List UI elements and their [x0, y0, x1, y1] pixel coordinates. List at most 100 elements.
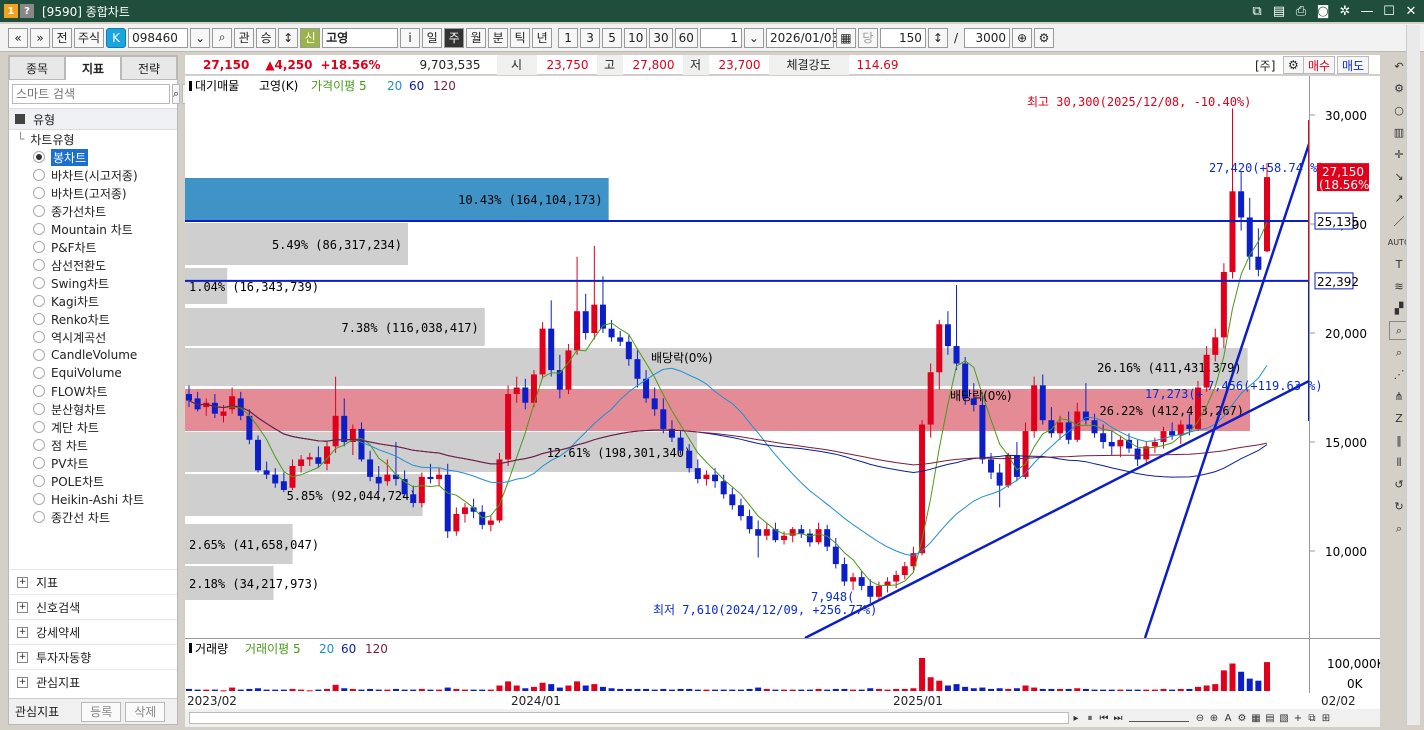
step-forward-icon[interactable]: ⏭: [1111, 711, 1125, 725]
chart-type-item[interactable]: POLE차트: [9, 472, 177, 490]
interval-5[interactable]: 5: [602, 27, 623, 48]
step-back-icon[interactable]: ⏮: [1097, 711, 1111, 725]
pause-icon[interactable]: ⏸: [1083, 711, 1097, 725]
history-dropdown[interactable]: »: [30, 27, 50, 48]
section-type[interactable]: 유형: [9, 108, 177, 130]
group-favorite-indicators[interactable]: + 관심지표: [9, 669, 177, 694]
chart-type-item[interactable]: EquiVolume: [9, 364, 177, 382]
chart-type-item[interactable]: 봉차트: [9, 148, 177, 166]
export-icon[interactable]: ⊞: [1319, 711, 1333, 725]
chart-type-item[interactable]: Mountain 차트: [9, 220, 177, 238]
stock-code-input[interactable]: 098460: [128, 27, 189, 48]
info-button[interactable]: i: [400, 27, 421, 48]
scroll-track[interactable]: [189, 712, 1069, 724]
total-count-input[interactable]: 3000: [963, 27, 1010, 48]
tab-stocks[interactable]: 종목: [9, 56, 65, 80]
display-count-input[interactable]: 150: [879, 27, 926, 48]
group-investor-trend[interactable]: + 투자자동향: [9, 644, 177, 669]
screen-number-icon[interactable]: 1: [4, 4, 18, 18]
zoom-slider[interactable]: [1129, 714, 1189, 722]
zoom-out-icon[interactable]: ⊖: [1193, 711, 1207, 725]
tab-indicators[interactable]: 지표: [65, 56, 121, 80]
market-k-badge[interactable]: K: [106, 27, 127, 48]
period-year[interactable]: 년: [532, 27, 553, 48]
chart-type-item[interactable]: CandleVolume: [9, 346, 177, 364]
add-icon[interactable]: +: [1291, 711, 1305, 725]
chart-icon[interactable]: ▧: [1277, 711, 1291, 725]
print-icon[interactable]: ⎙: [1292, 2, 1310, 20]
grid-icon[interactable]: ▦: [1249, 711, 1263, 725]
chart-type-item[interactable]: 분산형차트: [9, 400, 177, 418]
minimize-icon[interactable]: —: [1358, 2, 1376, 20]
chart-type-item[interactable]: FLOW차트: [9, 382, 177, 400]
chart-type-item[interactable]: 점 차트: [9, 436, 177, 454]
period-tick[interactable]: 틱: [510, 27, 531, 48]
delete-button[interactable]: 삭제: [125, 701, 166, 722]
interval-3[interactable]: 3: [580, 27, 601, 48]
market-all-button[interactable]: 전: [52, 27, 72, 48]
tab-strategy[interactable]: 전략: [121, 56, 177, 80]
chart-type-item[interactable]: 바차트(시고저종): [9, 166, 177, 184]
chart-type-item[interactable]: 바차트(고저종): [9, 184, 177, 202]
period-minute[interactable]: 분: [488, 27, 509, 48]
zoom-icon[interactable]: ⊕: [1011, 27, 1032, 48]
chart-type-item[interactable]: P&F차트: [9, 238, 177, 256]
chart-type-item[interactable]: 종가선차트: [9, 202, 177, 220]
scroll-right-icon[interactable]: ▸: [1069, 711, 1083, 725]
chart-type-item[interactable]: Swing차트: [9, 274, 177, 292]
market-type-select[interactable]: 주식: [74, 27, 105, 48]
camera-icon[interactable]: ◙: [1314, 2, 1332, 20]
register-button[interactable]: 등록: [81, 701, 122, 722]
interval-input[interactable]: 1: [699, 27, 742, 48]
chart-type-item[interactable]: PV차트: [9, 454, 177, 472]
close-icon[interactable]: ✕: [1402, 2, 1420, 20]
group-signal-search[interactable]: + 신호검색: [9, 594, 177, 619]
interval-10[interactable]: 10: [624, 27, 648, 48]
settings-icon[interactable]: ⚙: [1235, 711, 1249, 725]
smart-search-input[interactable]: [12, 84, 170, 104]
interval-dropdown-icon[interactable]: ⌄: [743, 27, 764, 48]
table-icon[interactable]: ▤: [1263, 711, 1277, 725]
help-icon[interactable]: ?: [20, 4, 34, 18]
period-day[interactable]: 일: [422, 27, 443, 48]
date-input[interactable]: 2026/01/03: [765, 27, 839, 48]
interval-30[interactable]: 30: [649, 27, 673, 48]
chart-type-item[interactable]: 계단 차트: [9, 418, 177, 436]
chart-type-item[interactable]: 종간선 차트: [9, 508, 177, 526]
chart-type-item[interactable]: 삼선전환도: [9, 256, 177, 274]
chart-type-header[interactable]: └ 차트유형: [9, 130, 177, 148]
interval-1[interactable]: 1: [558, 27, 579, 48]
chart-type-item[interactable]: Renko차트: [9, 310, 177, 328]
text-icon[interactable]: A: [1221, 711, 1235, 725]
buy-button[interactable]: 매수: [1303, 56, 1336, 74]
vertical-scrollbar[interactable]: [1406, 25, 1420, 725]
prev-button[interactable]: «: [8, 27, 28, 48]
period-week[interactable]: 주: [444, 27, 465, 48]
chart-type-item[interactable]: Kagi차트: [9, 292, 177, 310]
interval-60[interactable]: 60: [674, 27, 698, 48]
period-month[interactable]: 월: [466, 27, 487, 48]
settings-icon[interactable]: ✲: [1336, 2, 1354, 20]
watchlist-button[interactable]: 관: [234, 27, 255, 48]
zoom-in-icon[interactable]: ⊕: [1207, 711, 1221, 725]
stock-spin-button[interactable]: ↕: [278, 27, 299, 48]
chart-settings-icon[interactable]: ⚙: [1033, 27, 1054, 48]
sell-button[interactable]: 매도: [1337, 56, 1370, 74]
compare-icon[interactable]: ⧉: [1305, 711, 1319, 725]
current-toggle[interactable]: 당: [857, 27, 878, 48]
search-icon[interactable]: ⌕: [172, 84, 181, 104]
link-icon[interactable]: ⧉: [1248, 2, 1266, 20]
chart-type-item[interactable]: 역시계곡선: [9, 328, 177, 346]
chart-type-item[interactable]: Heikin-Ashi 차트: [9, 490, 177, 508]
count-spin-icon[interactable]: ↕: [927, 27, 948, 48]
group-strength[interactable]: + 강세약세: [9, 619, 177, 644]
rank-button[interactable]: 승: [256, 27, 277, 48]
code-dropdown-icon[interactable]: ⌄: [190, 27, 211, 48]
panel-settings-icon[interactable]: ⚙: [1283, 56, 1304, 74]
price-chart[interactable]: 10.43% (164,104,173) 5.49% (86,317,234) 1.…: [185, 76, 1380, 638]
maximize-icon[interactable]: ☐: [1380, 2, 1398, 20]
memo-icon[interactable]: ▤: [1270, 2, 1288, 20]
search-icon[interactable]: ⌕: [212, 27, 233, 48]
volume-chart[interactable]: 거래량 거래이평 5 20 60 120 100,000K 0K: [185, 638, 1380, 693]
group-indicators[interactable]: + 지표: [9, 569, 177, 594]
